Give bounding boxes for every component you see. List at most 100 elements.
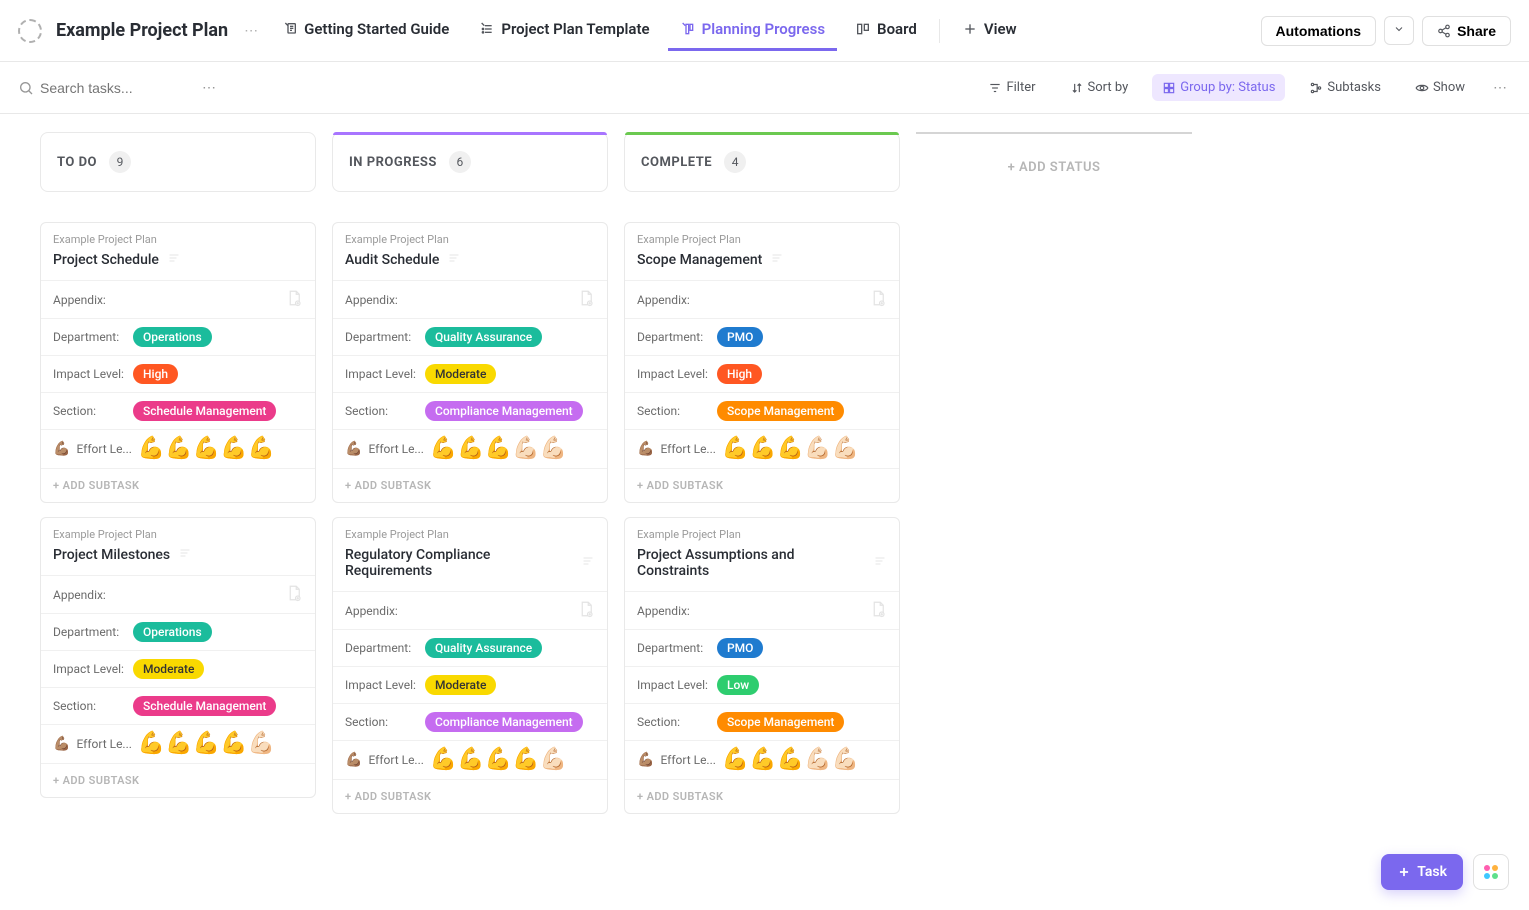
section-row: Section:Schedule Management [41,392,315,429]
app-header: Example Project Plan ⋯ Getting Started G… [0,0,1529,62]
search-icon [18,80,34,96]
tab-board[interactable]: Board [843,10,929,51]
impact-pill[interactable]: Low [717,675,759,695]
add-subtask-button[interactable]: + ADD SUBTASK [41,763,315,797]
department-pill[interactable]: Operations [133,327,212,347]
column-complete: COMPLETE4 Example Project PlanScope Manag… [624,132,900,828]
description-icon [770,252,784,268]
department-label: Department: [637,330,717,344]
doc-add-icon[interactable] [577,289,595,310]
impact-row: Impact Level:Moderate [333,355,607,392]
section-pill[interactable]: Scope Management [717,712,844,732]
impact-label: Impact Level: [637,367,717,381]
impact-pill[interactable]: High [133,364,178,384]
doc-add-icon[interactable] [285,289,303,310]
appendix-label: Appendix: [637,293,717,307]
section-pill[interactable]: Schedule Management [133,696,276,716]
add-subtask-button[interactable]: + ADD SUBTASK [625,779,899,813]
doc-add-icon[interactable] [869,289,887,310]
more-icon[interactable]: ⋯ [244,23,258,39]
doc-icon [282,21,298,37]
section-pill[interactable]: Compliance Management [425,712,583,732]
automations-button[interactable]: Automations [1261,16,1377,46]
doc-add-icon[interactable] [869,600,887,621]
project-icon[interactable] [18,19,42,43]
impact-pill[interactable]: High [717,364,762,384]
section-pill[interactable]: Scope Management [717,401,844,421]
task-card[interactable]: Example Project PlanProject Milestones A… [40,517,316,798]
project-title[interactable]: Example Project Plan [56,20,228,41]
department-pill[interactable]: PMO [717,327,763,347]
task-card[interactable]: Example Project PlanProject Schedule App… [40,222,316,503]
card-breadcrumb: Example Project Plan [53,528,303,541]
share-icon [1437,24,1451,38]
group-by-button[interactable]: Group by: Status [1152,74,1285,101]
search-wrap [18,80,190,96]
tab-project-plan-template[interactable]: Project Plan Template [467,10,661,51]
effort-level[interactable]: 💪💪💪💪🏻💪🏻 [430,438,567,460]
description-icon [581,555,595,571]
appendix-row: Appendix: [333,591,607,629]
card-title: Scope Management [637,252,887,268]
filter-button[interactable]: Filter [978,74,1045,101]
add-subtask-button[interactable]: + ADD SUBTASK [333,779,607,813]
task-card[interactable]: Example Project PlanScope Management App… [624,222,900,503]
card-title: Project Milestones [53,547,303,563]
effort-level[interactable]: 💪💪💪💪💪🏻 [138,733,275,755]
section-pill[interactable]: Schedule Management [133,401,276,421]
effort-level[interactable]: 💪💪💪💪💪🏻 [430,749,567,771]
impact-pill[interactable]: Moderate [133,659,204,679]
add-subtask-button[interactable]: + ADD SUBTASK [333,468,607,502]
automations-dropdown[interactable] [1384,16,1414,45]
effort-level[interactable]: 💪💪💪💪🏻💪🏻 [722,438,859,460]
impact-pill[interactable]: Moderate [425,675,496,695]
new-task-button[interactable]: Task [1381,854,1463,890]
task-card[interactable]: Example Project PlanAudit Schedule Appen… [332,222,608,503]
card-breadcrumb: Example Project Plan [345,528,595,541]
subtasks-icon [1309,81,1323,95]
show-button[interactable]: Show [1405,74,1475,101]
task-card[interactable]: Example Project PlanProject Assumptions … [624,517,900,814]
add-subtask-button[interactable]: + ADD SUBTASK [41,468,315,502]
column-inprogress: IN PROGRESS6 Example Project PlanAudit Sc… [332,132,608,828]
apps-button[interactable] [1473,854,1509,890]
effort-level[interactable]: 💪💪💪💪💪 [138,438,275,460]
effort-level[interactable]: 💪💪💪💪🏻💪🏻 [722,749,859,771]
share-button[interactable]: Share [1422,16,1511,46]
doc-add-icon[interactable] [285,584,303,605]
tab-planning-progress[interactable]: Planning Progress [668,10,837,51]
sort-button[interactable]: Sort by [1060,74,1139,101]
department-pill[interactable]: Operations [133,622,212,642]
section-row: Section:Compliance Management [333,392,607,429]
add-status-button[interactable]: + ADD STATUS [916,132,1192,201]
toolbar-more-icon[interactable]: ⋯ [198,76,220,100]
effort-label: Effort Le... [368,753,423,767]
column-header[interactable]: IN PROGRESS6 [332,132,608,192]
task-card[interactable]: Example Project PlanRegulatory Complianc… [332,517,608,814]
impact-row: Impact Level:Moderate [333,666,607,703]
subtasks-button[interactable]: Subtasks [1299,74,1391,101]
section-pill[interactable]: Compliance Management [425,401,583,421]
group-icon [1162,81,1176,95]
column-count: 6 [449,151,471,173]
doc-add-icon[interactable] [577,600,595,621]
department-row: Department:PMO [625,318,899,355]
impact-pill[interactable]: Moderate [425,364,496,384]
add-subtask-button[interactable]: + ADD SUBTASK [625,468,899,502]
sort-icon [1070,81,1084,95]
department-pill[interactable]: PMO [717,638,763,658]
kanban-board: TO DO9 Example Project PlanProject Schedu… [0,114,1529,846]
share-label: Share [1457,23,1496,39]
tab-add-view[interactable]: View [950,10,1029,51]
plus-icon [962,21,978,37]
toolbar-overflow-icon[interactable]: ⋯ [1489,76,1511,100]
column-header[interactable]: TO DO9 [40,132,316,192]
search-input[interactable] [40,80,190,96]
tab-getting-started[interactable]: Getting Started Guide [270,10,461,51]
eye-icon [1415,81,1429,95]
board2-icon [855,21,871,37]
department-pill[interactable]: Quality Assurance [425,638,542,658]
impact-row: Impact Level:Low [625,666,899,703]
column-header[interactable]: COMPLETE4 [624,132,900,192]
department-pill[interactable]: Quality Assurance [425,327,542,347]
